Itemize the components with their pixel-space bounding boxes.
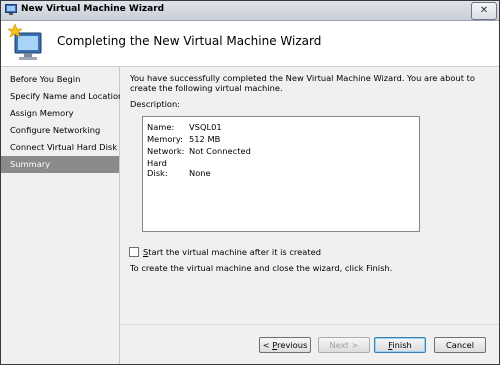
close-button[interactable]: ✕ xyxy=(471,2,497,20)
nav-item-connect-virtual-hard-disk[interactable]: Connect Virtual Hard Disk xyxy=(1,139,119,156)
wizard-computer-star-icon xyxy=(7,23,42,60)
start-vm-label[interactable]: Start the virtual machine after it is cr… xyxy=(143,247,321,257)
description-key: Hard Disk: xyxy=(147,158,168,178)
close-icon: ✕ xyxy=(479,5,489,16)
description-key: Name: xyxy=(147,122,175,132)
nav-item-configure-networking[interactable]: Configure Networking xyxy=(1,122,119,139)
virtual-machine-icon xyxy=(5,4,17,15)
title-bar[interactable]: New Virtual Machine Wizard ✕ xyxy=(1,1,499,21)
summary-panel: You have successfully completed the New … xyxy=(120,67,499,324)
description-key: Network: xyxy=(147,146,185,156)
intro-text: You have successfully completed the New … xyxy=(130,73,475,93)
next-button[interactable]: Next > xyxy=(318,337,370,353)
description-value: 512 MB xyxy=(189,134,221,144)
start-vm-checkbox[interactable] xyxy=(129,247,139,257)
description-row-hard-disk: Hard Disk: None xyxy=(147,158,211,178)
cancel-button[interactable]: Cancel xyxy=(434,337,486,353)
nav-item-specify-name-location[interactable]: Specify Name and Location xyxy=(1,88,123,105)
wizard-steps-nav: Before You Begin Specify Name and Locati… xyxy=(1,67,123,364)
description-value: None xyxy=(189,168,211,178)
window-title: New Virtual Machine Wizard xyxy=(21,4,165,14)
page-title: Completing the New Virtual Machine Wizar… xyxy=(57,34,322,48)
nav-item-before-you-begin[interactable]: Before You Begin xyxy=(1,71,119,88)
wizard-header: Completing the New Virtual Machine Wizar… xyxy=(1,21,499,67)
wizard-window: New Virtual Machine Wizard ✕ Completing … xyxy=(0,0,500,365)
finish-button[interactable]: Finish xyxy=(374,337,426,353)
description-row-memory: Memory: 512 MB xyxy=(147,134,220,144)
nav-item-assign-memory[interactable]: Assign Memory xyxy=(1,105,119,122)
nav-item-summary[interactable]: Summary xyxy=(1,156,119,173)
description-label: Description: xyxy=(130,99,181,109)
description-value: VSQL01 xyxy=(189,122,222,132)
previous-button[interactable]: < Previous xyxy=(259,337,311,353)
description-key: Memory: xyxy=(147,134,183,144)
button-bar: < Previous Next > Finish Cancel xyxy=(120,324,499,364)
description-value: Not Connected xyxy=(189,146,251,156)
description-row-name: Name: VSQL01 xyxy=(147,122,222,132)
description-row-network: Network: Not Connected xyxy=(147,146,251,156)
finish-instructions: To create the virtual machine and close … xyxy=(130,263,393,273)
description-box[interactable]: Name: VSQL01 Memory: 512 MB Network: Not Co… xyxy=(142,116,420,232)
